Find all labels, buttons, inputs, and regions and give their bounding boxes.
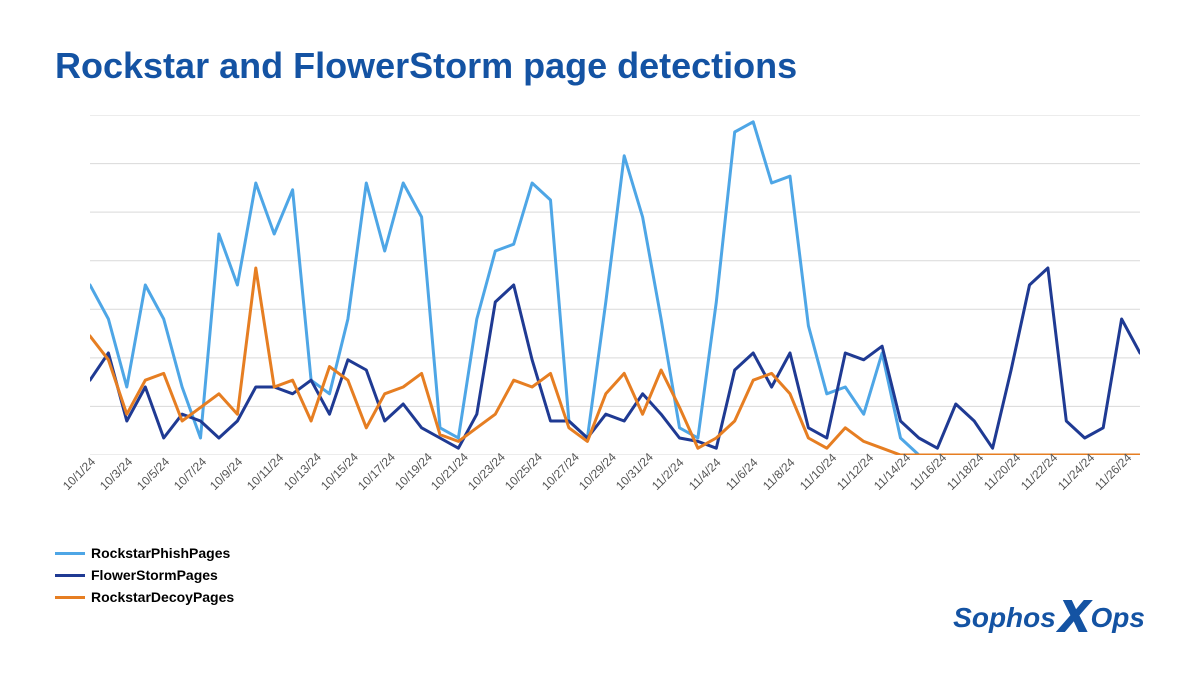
x-tick-label: 10/21/24 xyxy=(428,450,471,493)
x-tick-label: 11/10/24 xyxy=(797,451,839,493)
x-tick-label: 10/13/24 xyxy=(281,450,324,493)
logo-left: Sophos xyxy=(953,602,1056,634)
legend-item-rockstarphish: RockstarPhishPages xyxy=(55,545,234,561)
x-tick-label: 10/15/24 xyxy=(318,450,361,493)
chart-area: 10/1/2410/3/2410/5/2410/7/2410/9/2410/11… xyxy=(90,115,1140,515)
legend-label: RockstarDecoyPages xyxy=(91,589,234,605)
x-tick-label: 11/18/24 xyxy=(944,451,986,493)
x-tick-label: 10/5/24 xyxy=(134,455,172,493)
legend-label: RockstarPhishPages xyxy=(91,545,230,561)
x-axis-labels: 10/1/2410/3/2410/5/2410/7/2410/9/2410/11… xyxy=(90,455,1140,515)
x-tick-label: 11/8/24 xyxy=(760,455,798,493)
x-tick-label: 10/29/24 xyxy=(576,450,619,493)
x-tick-label: 11/4/24 xyxy=(686,455,724,493)
x-tick-label: 11/24/24 xyxy=(1055,451,1097,493)
x-tick-label: 10/25/24 xyxy=(502,450,545,493)
logo-right: Ops xyxy=(1091,602,1145,634)
legend-item-rockstardecoy: RockstarDecoyPages xyxy=(55,589,234,605)
x-tick-label: 11/12/24 xyxy=(834,451,876,493)
x-tick-label: 10/1/24 xyxy=(60,455,98,493)
legend: RockstarPhishPages FlowerStormPages Rock… xyxy=(55,545,234,611)
x-tick-label: 10/17/24 xyxy=(355,450,398,493)
x-tick-label: 11/20/24 xyxy=(981,451,1023,493)
x-tick-label: 11/6/24 xyxy=(723,455,761,493)
x-tick-label: 10/23/24 xyxy=(465,450,508,493)
x-tick-label: 11/2/24 xyxy=(649,455,687,493)
legend-item-flowerstorm: FlowerStormPages xyxy=(55,567,234,583)
x-tick-label: 10/31/24 xyxy=(613,450,656,493)
x-tick-label: 10/3/24 xyxy=(97,455,135,493)
legend-swatch xyxy=(55,596,85,599)
x-tick-label: 10/7/24 xyxy=(171,455,209,493)
x-tick-label: 10/27/24 xyxy=(539,450,582,493)
x-tick-label: 10/9/24 xyxy=(207,455,245,493)
x-tick-label: 11/26/24 xyxy=(1092,451,1134,493)
x-tick-label: 10/11/24 xyxy=(244,451,286,493)
x-tick-label: 11/16/24 xyxy=(907,451,949,493)
x-tick-label: 10/19/24 xyxy=(392,450,435,493)
page-title: Rockstar and FlowerStorm page detections xyxy=(55,45,797,87)
legend-label: FlowerStormPages xyxy=(91,567,218,583)
sophos-xops-logo: Sophos X Ops xyxy=(953,591,1145,645)
logo-x-icon: X xyxy=(1058,589,1089,643)
line-chart xyxy=(90,115,1140,455)
legend-swatch xyxy=(55,574,85,577)
legend-swatch xyxy=(55,552,85,555)
x-tick-label: 11/14/24 xyxy=(871,451,913,493)
x-tick-label: 11/22/24 xyxy=(1018,451,1060,493)
